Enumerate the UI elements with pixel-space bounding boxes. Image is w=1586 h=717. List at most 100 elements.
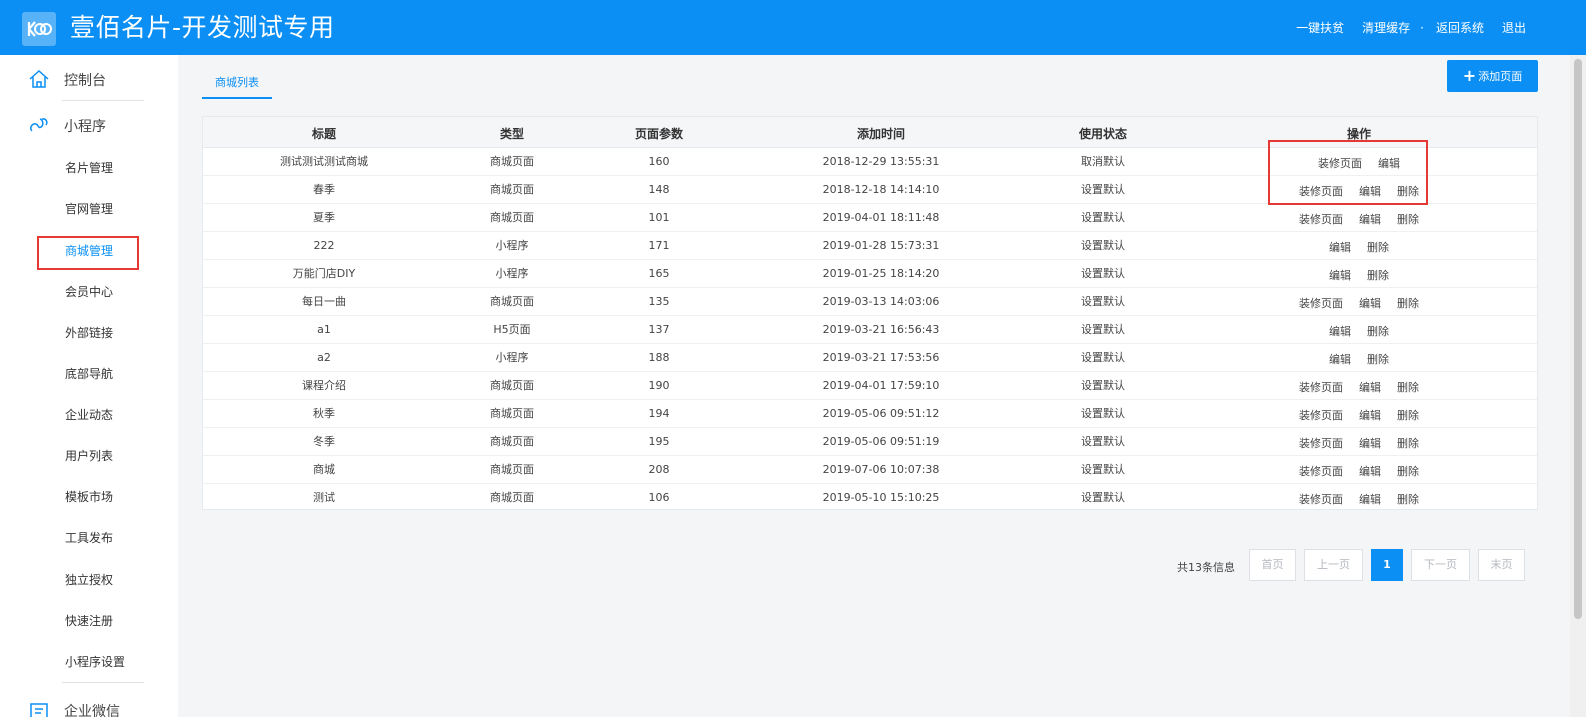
sidebar-item-label: 企业微信 bbox=[64, 704, 120, 717]
cell-type: 商城页面 bbox=[490, 379, 534, 392]
nav-poverty-relief[interactable]: 一键扶贫 bbox=[1296, 20, 1344, 36]
decorate-page-link[interactable]: 装修页面 bbox=[1299, 435, 1343, 451]
app-logo[interactable] bbox=[22, 12, 56, 46]
decorate-page-link[interactable]: 装修页面 bbox=[1299, 379, 1343, 395]
cell-title: a1 bbox=[317, 323, 331, 336]
sidebar-item-quick-register[interactable]: 快速注册 bbox=[65, 613, 113, 629]
cell-type: 小程序 bbox=[495, 239, 529, 252]
sidebar-item-dashboard[interactable]: 控制台 bbox=[0, 57, 178, 101]
decorate-page-link[interactable]: 装修页面 bbox=[1299, 183, 1343, 199]
first-page-button[interactable]: 首页 bbox=[1249, 549, 1296, 581]
cell-status[interactable]: 设置默认 bbox=[1081, 379, 1125, 393]
delete-link[interactable]: 删除 bbox=[1397, 491, 1419, 507]
cell-status[interactable]: 设置默认 bbox=[1081, 323, 1125, 337]
cell-status[interactable]: 设置默认 bbox=[1081, 267, 1125, 281]
decorate-page-link[interactable]: 装修页面 bbox=[1299, 491, 1343, 507]
table-row: 春季 商城页面 148 2018-12-18 14:14:10 设置默认 装修页面 编辑 删除 bbox=[203, 176, 1537, 204]
nav-return-system[interactable]: 返回系统 bbox=[1436, 20, 1484, 36]
edit-link[interactable]: 编辑 bbox=[1359, 295, 1381, 311]
row-actions: 装修页面 编辑 删除 bbox=[1291, 491, 1427, 507]
sidebar-item-member-center[interactable]: 会员中心 bbox=[65, 284, 113, 300]
sidebar-item-template-market[interactable]: 模板市场 bbox=[65, 489, 113, 505]
edit-link[interactable]: 编辑 bbox=[1359, 463, 1381, 479]
sidebar-item-enterprise-wechat[interactable]: 企业微信 bbox=[0, 688, 178, 717]
sidebar-item-website-management[interactable]: 官网管理 bbox=[65, 201, 113, 217]
sidebar-item-miniprogram-settings[interactable]: 小程序设置 bbox=[65, 654, 125, 670]
sidebar-item-bottom-nav[interactable]: 底部导航 bbox=[65, 366, 113, 382]
next-page-button[interactable]: 下一页 bbox=[1411, 549, 1470, 581]
edit-link[interactable]: 编辑 bbox=[1329, 323, 1351, 339]
decorate-page-link[interactable]: 装修页面 bbox=[1299, 295, 1343, 311]
delete-link[interactable]: 删除 bbox=[1367, 239, 1389, 255]
edit-link[interactable]: 编辑 bbox=[1378, 155, 1400, 171]
cell-status[interactable]: 设置默认 bbox=[1081, 407, 1125, 421]
delete-link[interactable]: 删除 bbox=[1367, 351, 1389, 367]
page-1-button[interactable]: 1 bbox=[1371, 549, 1403, 581]
delete-link[interactable]: 删除 bbox=[1397, 407, 1419, 423]
nav-logout[interactable]: 退出 bbox=[1502, 20, 1526, 36]
delete-link[interactable]: 删除 bbox=[1397, 463, 1419, 479]
cell-add-time: 2019-05-06 09:51:19 bbox=[822, 435, 940, 448]
prev-page-button[interactable]: 上一页 bbox=[1304, 549, 1363, 581]
cell-title: 222 bbox=[313, 239, 335, 252]
sidebar-item-label: 小程序 bbox=[64, 119, 106, 135]
sidebar-item-external-links[interactable]: 外部链接 bbox=[65, 325, 113, 341]
edit-link[interactable]: 编辑 bbox=[1359, 491, 1381, 507]
cell-status[interactable]: 取消默认 bbox=[1081, 155, 1125, 169]
cell-status[interactable]: 设置默认 bbox=[1081, 463, 1125, 477]
edit-link[interactable]: 编辑 bbox=[1329, 351, 1351, 367]
sidebar-item-company-news[interactable]: 企业动态 bbox=[65, 407, 113, 423]
cell-params: 106 bbox=[648, 491, 670, 504]
sidebar-item-card-management[interactable]: 名片管理 bbox=[65, 160, 113, 176]
scrollbar[interactable] bbox=[1570, 55, 1586, 717]
scroll-thumb[interactable] bbox=[1574, 59, 1582, 619]
tab-mall-list[interactable]: 商城列表 bbox=[202, 62, 272, 99]
sidebar-item-mall-management[interactable]: 商城管理 bbox=[65, 243, 113, 259]
cell-status[interactable]: 设置默认 bbox=[1081, 239, 1125, 253]
edit-link[interactable]: 编辑 bbox=[1359, 183, 1381, 199]
cell-status[interactable]: 设置默认 bbox=[1081, 295, 1125, 309]
sidebar-item-independent-auth[interactable]: 独立授权 bbox=[65, 572, 113, 588]
top-header: 壹佰名片-开发测试专用 一键扶贫 清理缓存 · 返回系统 退出 bbox=[0, 0, 1586, 55]
delete-link[interactable]: 删除 bbox=[1397, 379, 1419, 395]
sidebar-item-tool-publish[interactable]: 工具发布 bbox=[65, 530, 113, 546]
delete-link[interactable]: 删除 bbox=[1367, 323, 1389, 339]
cell-title: 冬季 bbox=[313, 435, 335, 448]
decorate-page-link[interactable]: 装修页面 bbox=[1318, 155, 1362, 171]
cell-status[interactable]: 设置默认 bbox=[1081, 183, 1125, 197]
sidebar-item-user-list[interactable]: 用户列表 bbox=[65, 448, 113, 464]
cell-status[interactable]: 设置默认 bbox=[1081, 351, 1125, 365]
divider bbox=[62, 100, 144, 101]
edit-link[interactable]: 编辑 bbox=[1359, 435, 1381, 451]
sidebar-item-miniprogram[interactable]: 小程序 bbox=[0, 103, 178, 147]
add-page-button[interactable]: + 添加页面 bbox=[1447, 60, 1538, 92]
last-page-button[interactable]: 末页 bbox=[1478, 549, 1525, 581]
cell-params: 148 bbox=[648, 183, 670, 196]
delete-link[interactable]: 删除 bbox=[1397, 435, 1419, 451]
table-row: 夏季 商城页面 101 2019-04-01 18:11:48 设置默认 装修页面 编辑 删除 bbox=[203, 204, 1537, 232]
decorate-page-link[interactable]: 装修页面 bbox=[1299, 463, 1343, 479]
delete-link[interactable]: 删除 bbox=[1367, 267, 1389, 283]
cell-type: 小程序 bbox=[495, 267, 529, 280]
cell-status[interactable]: 设置默认 bbox=[1081, 435, 1125, 449]
delete-link[interactable]: 删除 bbox=[1397, 211, 1419, 227]
cell-status[interactable]: 设置默认 bbox=[1081, 491, 1125, 505]
cell-params: 188 bbox=[648, 351, 670, 364]
edit-link[interactable]: 编辑 bbox=[1359, 211, 1381, 227]
delete-link[interactable]: 删除 bbox=[1397, 183, 1419, 199]
sidebar: 控制台 小程序 名片管理 官网管理 商城管理 会员中心 外部链接 底部导航 企业… bbox=[0, 55, 178, 717]
cell-status[interactable]: 设置默认 bbox=[1081, 211, 1125, 225]
edit-link[interactable]: 编辑 bbox=[1359, 379, 1381, 395]
cell-params: 135 bbox=[648, 295, 670, 308]
home-icon bbox=[29, 69, 49, 88]
decorate-page-link[interactable]: 装修页面 bbox=[1299, 407, 1343, 423]
cell-title: 每日一曲 bbox=[302, 295, 346, 308]
nav-clear-cache[interactable]: 清理缓存 bbox=[1362, 20, 1410, 36]
nav-separator: · bbox=[1420, 21, 1424, 35]
edit-link[interactable]: 编辑 bbox=[1329, 239, 1351, 255]
edit-link[interactable]: 编辑 bbox=[1359, 407, 1381, 423]
delete-link[interactable]: 删除 bbox=[1397, 295, 1419, 311]
edit-link[interactable]: 编辑 bbox=[1329, 267, 1351, 283]
decorate-page-link[interactable]: 装修页面 bbox=[1299, 211, 1343, 227]
table-row: 冬季 商城页面 195 2019-05-06 09:51:19 设置默认 装修页面 编辑 删除 bbox=[203, 428, 1537, 456]
